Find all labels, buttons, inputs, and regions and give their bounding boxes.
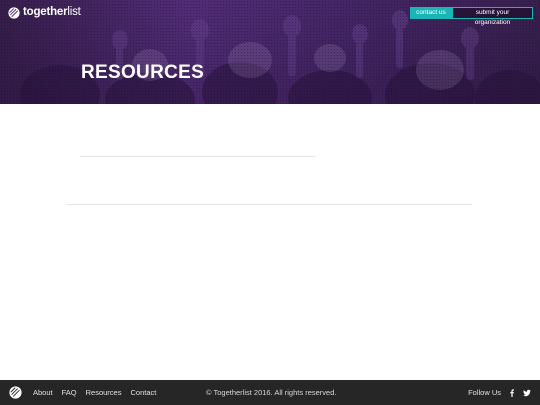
site-footer: About FAQ Resources Contact © Togetherli…	[0, 380, 540, 405]
follow-us-label: Follow Us	[468, 388, 501, 397]
footer-logo-icon[interactable]	[9, 386, 22, 399]
togetherlist-logo[interactable]: togetherlist	[8, 6, 81, 19]
page: togetherlist contact us submit your orga…	[0, 0, 540, 405]
copyright-text: © Togetherlist 2016. All rights reserved…	[206, 388, 337, 397]
contact-us-button[interactable]: contact us	[410, 7, 452, 19]
twitter-icon[interactable]	[523, 389, 531, 397]
logo-text-light: list	[67, 6, 81, 18]
follow-us: Follow Us	[468, 380, 531, 405]
logo-wordmark: togetherlist	[23, 6, 81, 19]
logo-mark-icon	[8, 6, 20, 19]
divider-short	[80, 156, 316, 157]
footer-link-faq[interactable]: FAQ	[62, 380, 77, 405]
facebook-icon[interactable]	[508, 388, 516, 397]
submit-organization-button[interactable]: submit your organization	[452, 7, 533, 26]
divider-long	[67, 204, 472, 205]
page-title: RESOURCES	[81, 62, 205, 83]
logo-text-bold: together	[23, 6, 68, 18]
top-actions: contact us submit your organization	[410, 7, 533, 26]
footer-link-resources[interactable]: Resources	[86, 380, 122, 405]
footer-link-contact[interactable]: Contact	[130, 380, 156, 405]
hero-banner: togetherlist contact us submit your orga…	[0, 0, 540, 104]
footer-nav: About FAQ Resources Contact	[33, 380, 156, 405]
footer-link-about[interactable]: About	[33, 380, 53, 405]
